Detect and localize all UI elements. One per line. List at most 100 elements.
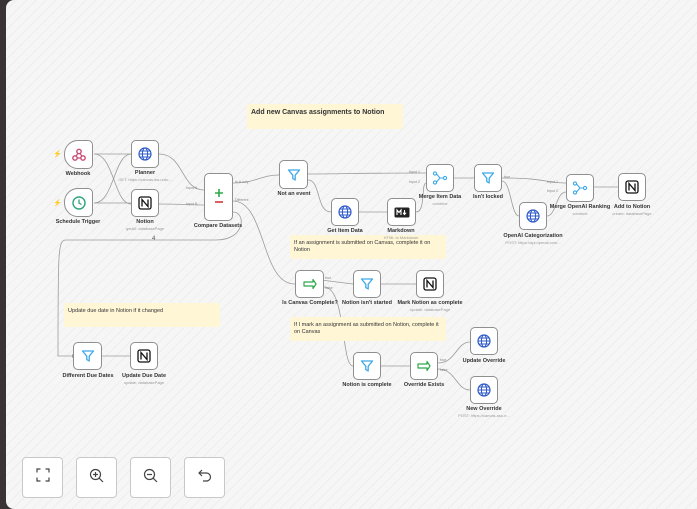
globe-icon bbox=[525, 208, 541, 224]
sticky-note-title[interactable]: Add new Canvas assignments to Notion bbox=[247, 104, 403, 129]
merge-rank-input1-label: Input 1 bbox=[547, 180, 558, 184]
node-notion-get-subtitle: getAll: databasePage bbox=[125, 226, 165, 231]
node-compare-datasets[interactable] bbox=[204, 173, 233, 221]
zoom-in-icon bbox=[89, 468, 104, 488]
merge-icon bbox=[572, 180, 588, 196]
override-true-label: true bbox=[440, 358, 447, 362]
node-planner-subtitle: GET: https://canvas.asu.edu... bbox=[118, 177, 172, 182]
node-different-due-dates[interactable] bbox=[73, 342, 102, 370]
node-planner-label: Planner bbox=[134, 170, 156, 176]
node-notion-get-label: Notion bbox=[136, 219, 154, 225]
canvas-complete-false-label: false bbox=[325, 286, 333, 290]
node-isnt-locked[interactable] bbox=[474, 164, 502, 192]
sticky-note-due-date[interactable]: Update due date in Notion if it changed bbox=[64, 303, 220, 327]
sticky-title-text: Add new Canvas assignments to Notion bbox=[251, 109, 385, 116]
node-mark-notion-complete[interactable] bbox=[416, 270, 444, 298]
notion-icon bbox=[137, 349, 151, 363]
node-update-override-label: Update Override bbox=[462, 358, 506, 364]
merge-rank-input2-label: Input 2 bbox=[547, 189, 558, 193]
webhook-icon bbox=[71, 147, 87, 163]
globe-icon bbox=[137, 146, 153, 162]
clock-icon bbox=[71, 195, 87, 211]
node-merge-item-label: Merge Item Data bbox=[418, 194, 462, 200]
filter-icon bbox=[81, 349, 95, 363]
node-notion-not-started-label: Notion isn't started bbox=[342, 300, 392, 306]
node-get-item-label: Get Item Data bbox=[327, 228, 363, 234]
node-planner[interactable] bbox=[131, 140, 159, 168]
node-notion-get[interactable] bbox=[131, 189, 159, 217]
compare-out-a-label: In A only bbox=[235, 180, 249, 184]
node-update-due-date[interactable] bbox=[130, 342, 158, 370]
merge-item-input1-label: Input 1 bbox=[409, 170, 420, 174]
compare-input-a-label: Input A bbox=[186, 186, 198, 190]
notion-icon bbox=[423, 277, 437, 291]
plus-minus-icon bbox=[212, 187, 226, 207]
node-new-override-label: New Override bbox=[466, 406, 502, 412]
node-get-item-data[interactable] bbox=[331, 198, 359, 226]
isnt-locked-true-label: true bbox=[504, 175, 511, 179]
undo-button[interactable] bbox=[184, 457, 225, 498]
filter-icon bbox=[287, 168, 301, 182]
node-merge-item-data[interactable] bbox=[426, 164, 454, 192]
undo-icon bbox=[197, 468, 212, 487]
zoom-out-button[interactable] bbox=[130, 457, 171, 498]
node-mark-complete-subtitle: update: databasePage bbox=[409, 307, 451, 312]
node-update-override[interactable] bbox=[470, 327, 498, 355]
override-false-label: false bbox=[440, 368, 448, 372]
sticky-note-manual[interactable]: If I mark an assignment as submitted on … bbox=[290, 317, 446, 341]
trigger-bolt-icon: ⚡ bbox=[53, 200, 62, 207]
globe-icon bbox=[476, 382, 492, 398]
filter-icon bbox=[360, 359, 374, 373]
markdown-icon bbox=[394, 207, 410, 218]
node-is-canvas-complete[interactable] bbox=[295, 270, 324, 298]
notion-icon bbox=[625, 180, 639, 194]
sticky-note-submitted[interactable]: If an assignment is submitted on Canvas,… bbox=[290, 235, 446, 259]
globe-icon bbox=[337, 204, 353, 220]
node-markdown[interactable] bbox=[387, 198, 416, 226]
node-openai-subtitle: POST: https://api.openai.com... bbox=[505, 240, 561, 245]
node-add-notion-subtitle: create: databasePage bbox=[612, 211, 652, 216]
fit-view-icon bbox=[35, 468, 50, 487]
node-markdown-label: Markdown bbox=[387, 228, 415, 234]
sticky-manual-text: If I mark an assignment as submitted on … bbox=[294, 322, 439, 335]
trigger-bolt-icon: ⚡ bbox=[53, 151, 62, 158]
node-webhook-label: Webhook bbox=[65, 171, 91, 177]
notion-icon bbox=[138, 196, 152, 210]
node-not-an-event-label: Not an event bbox=[277, 191, 311, 197]
node-not-an-event[interactable] bbox=[279, 160, 308, 189]
node-mark-complete-label: Mark Notion as complete bbox=[397, 300, 463, 306]
filter-icon bbox=[481, 171, 495, 185]
node-compare-label: Compare Datasets bbox=[193, 223, 243, 229]
node-override-exists[interactable] bbox=[410, 352, 438, 380]
filter-icon bbox=[360, 277, 374, 291]
workflow-canvas[interactable]: Add new Canvas assignments to Notion If … bbox=[6, 0, 697, 509]
node-openai-categorization[interactable] bbox=[519, 202, 547, 230]
node-update-due-label: Update Due Date bbox=[121, 373, 167, 379]
zoom-in-button[interactable] bbox=[76, 457, 117, 498]
fit-view-button[interactable] bbox=[22, 457, 63, 498]
node-notion-not-started[interactable] bbox=[353, 270, 381, 298]
node-notion-complete-label: Notion is complete bbox=[342, 382, 392, 388]
node-isnt-locked-label: Isn't locked bbox=[472, 194, 504, 200]
node-new-override[interactable] bbox=[470, 376, 498, 404]
node-webhook[interactable] bbox=[64, 140, 93, 169]
node-schedule-trigger[interactable] bbox=[64, 188, 93, 217]
node-merge-rank-subtitle: combine bbox=[572, 211, 588, 216]
node-markdown-subtitle: HTML to Markdown bbox=[383, 235, 419, 240]
sticky-submitted-text: If an assignment is submitted on Canvas,… bbox=[294, 240, 431, 253]
node-merge-openai-ranking[interactable] bbox=[566, 174, 594, 202]
node-notion-is-complete[interactable] bbox=[353, 352, 381, 380]
compare-out-diff-label: Different bbox=[235, 198, 249, 202]
node-canvas-complete-label: Is Canvas Complete? bbox=[282, 300, 338, 306]
sticky-due-text: Update due date in Notion if it changed bbox=[68, 308, 164, 314]
if-arrow-icon bbox=[302, 278, 317, 290]
node-add-to-notion[interactable] bbox=[618, 173, 646, 201]
merge-item-input2-label: Input 2 bbox=[409, 180, 420, 184]
node-merge-item-subtitle: combine bbox=[432, 201, 448, 206]
globe-icon bbox=[476, 333, 492, 349]
node-new-override-subtitle: POST: https://canvas.asu.e... bbox=[458, 413, 510, 418]
connection-count-badge: 4 bbox=[152, 236, 156, 242]
node-update-due-subtitle: update: databasePage bbox=[123, 380, 165, 385]
zoom-out-icon bbox=[143, 468, 158, 488]
node-override-exists-label: Override Exists bbox=[403, 382, 445, 388]
